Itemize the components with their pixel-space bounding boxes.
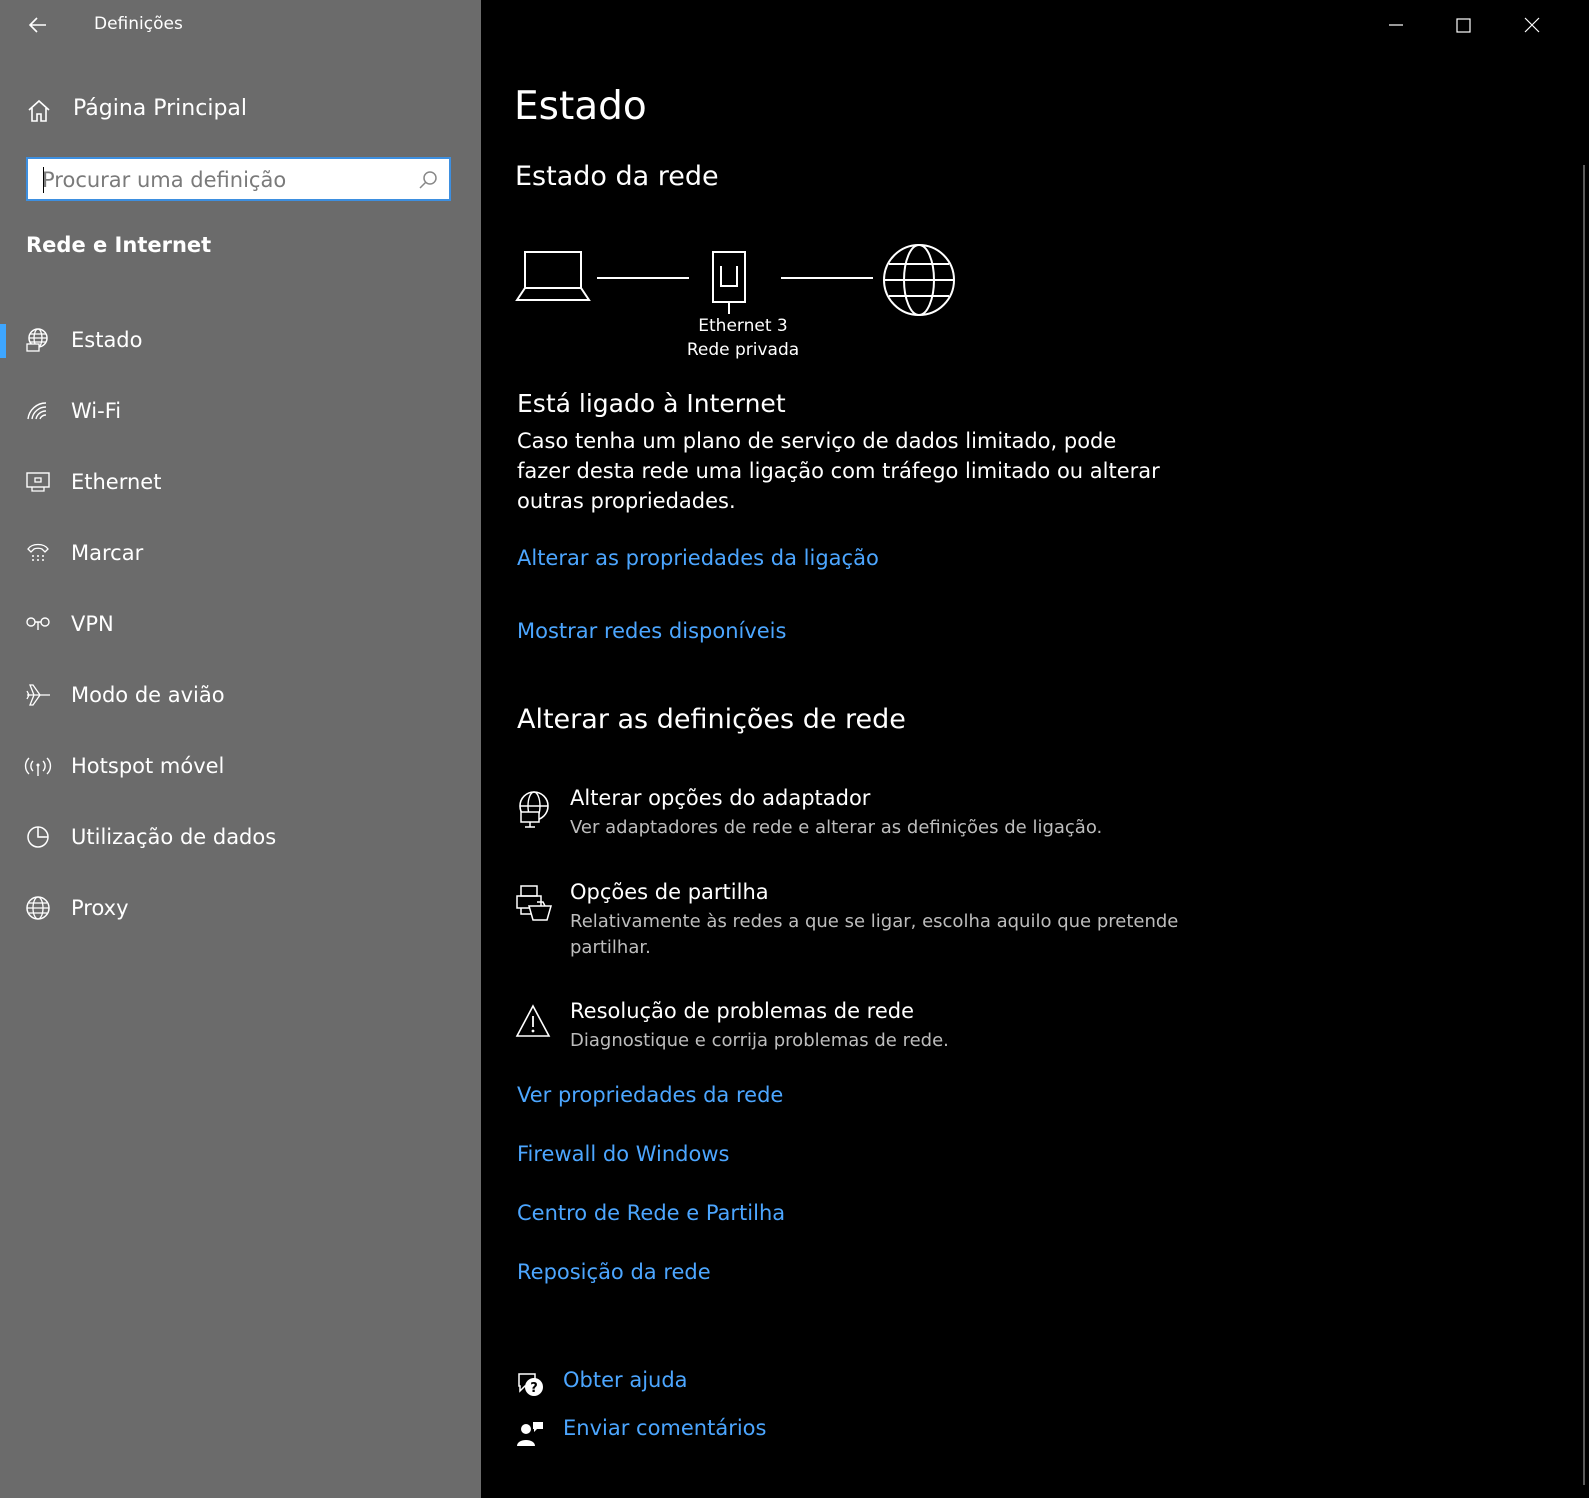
sidebar-item-label: Modo de avião <box>71 683 225 707</box>
sidebar-item-label: Utilização de dados <box>71 825 277 849</box>
network-type: Rede privada <box>686 340 800 360</box>
page-title: Estado <box>514 84 647 129</box>
sidebar-item-data-usage[interactable]: Utilização de dados <box>0 805 481 869</box>
network-diagram: Ethernet 3 Rede privada <box>515 240 975 370</box>
windows-firewall-link[interactable]: Firewall do Windows <box>517 1142 729 1166</box>
section-title: Rede e Internet <box>26 233 212 257</box>
wifi-icon <box>27 402 47 420</box>
send-feedback-link[interactable]: Enviar comentários <box>563 1416 766 1440</box>
airplane-icon <box>26 684 50 706</box>
option-description: Ver adaptadores de rede e alterar as def… <box>570 817 1103 838</box>
sidebar-item-hotspot[interactable]: Hotspot móvel <box>0 734 481 798</box>
sidebar-item-label: Hotspot móvel <box>71 754 225 778</box>
option-description: Relativamente às redes a que se ligar, e… <box>570 911 1179 932</box>
connected-description-line: Caso tenha um plano de serviço de dados … <box>517 429 1117 453</box>
connected-description-line: fazer desta rede uma ligação com tráfego… <box>517 459 1160 483</box>
sidebar: Definições Página Principal Rede e Inter… <box>0 0 481 1498</box>
vpn-icon <box>26 617 50 630</box>
connected-heading: Está ligado à Internet <box>517 389 786 418</box>
sharing-options-item[interactable]: Opções de partilha Relativamente às rede… <box>515 880 1215 970</box>
sidebar-item-label: Proxy <box>71 896 129 920</box>
network-status-heading: Estado da rede <box>515 161 719 192</box>
adapter-name: Ethernet 3 <box>698 316 788 336</box>
home-label: Página Principal <box>73 96 248 121</box>
sidebar-item-vpn[interactable]: VPN <box>0 592 481 656</box>
hotspot-icon <box>24 757 52 776</box>
show-available-networks-link[interactable]: Mostrar redes disponíveis <box>517 619 786 643</box>
sidebar-item-ethernet[interactable]: Ethernet <box>0 450 481 514</box>
proxy-globe-icon <box>26 896 50 920</box>
close-icon <box>1524 17 1540 33</box>
minimize-button[interactable] <box>1362 0 1430 50</box>
feedback-icon <box>517 1422 543 1446</box>
adapter-icon <box>519 791 549 828</box>
dialup-icon <box>27 543 49 561</box>
connection-line <box>597 277 689 279</box>
sidebar-item-airplane[interactable]: Modo de avião <box>0 663 481 727</box>
maximize-icon <box>1456 18 1471 33</box>
sidebar-item-marcar[interactable]: Marcar <box>0 521 481 585</box>
troubleshoot-item[interactable]: Resolução de problemas de rede Diagnosti… <box>515 999 1215 1069</box>
feedback-item[interactable]: Enviar comentários <box>515 1416 815 1452</box>
scrollbar[interactable] <box>1583 165 1585 1485</box>
option-title: Resolução de problemas de rede <box>570 999 915 1023</box>
option-description: Diagnostique e corrija problemas de rede… <box>570 1030 949 1051</box>
globe-status-icon <box>26 328 48 352</box>
search-input[interactable] <box>42 166 402 194</box>
search-box[interactable] <box>26 157 451 201</box>
sharing-icon <box>516 885 552 921</box>
get-help-item[interactable]: ? Obter ajuda <box>515 1368 815 1404</box>
sidebar-item-label: Wi-Fi <box>71 399 122 423</box>
network-reset-link[interactable]: Reposição da rede <box>517 1260 711 1284</box>
change-connection-properties-link[interactable]: Alterar as propriedades da ligação <box>517 546 879 570</box>
option-description: partilhar. <box>570 937 651 958</box>
sidebar-item-label: Marcar <box>71 541 144 565</box>
back-button[interactable] <box>20 10 56 40</box>
maximize-button[interactable] <box>1430 0 1498 50</box>
back-arrow-icon <box>28 17 46 33</box>
home-icon <box>28 99 50 122</box>
search-icon <box>419 171 437 189</box>
home-button[interactable]: Página Principal <box>0 88 481 136</box>
window-title: Definições <box>94 14 183 34</box>
warning-icon <box>515 1004 551 1037</box>
get-help-link[interactable]: Obter ajuda <box>563 1368 688 1392</box>
option-title: Alterar opções do adaptador <box>570 786 871 810</box>
data-usage-icon <box>27 826 49 848</box>
minimize-icon <box>1389 24 1403 26</box>
ethernet-port-icon <box>712 251 746 314</box>
laptop-icon <box>515 251 591 301</box>
sidebar-item-label: VPN <box>71 612 114 636</box>
help-chat-icon: ? <box>518 1373 543 1396</box>
sidebar-item-proxy[interactable]: Proxy <box>0 876 481 940</box>
sidebar-item-label: Estado <box>71 328 143 352</box>
sidebar-item-estado[interactable]: Estado <box>0 308 481 372</box>
adapter-options-item[interactable]: Alterar opções do adaptador Ver adaptado… <box>515 786 1215 856</box>
change-settings-heading: Alterar as definições de rede <box>517 704 906 735</box>
option-title: Opções de partilha <box>570 880 769 904</box>
svg-text:?: ? <box>530 1381 538 1396</box>
close-button[interactable] <box>1498 0 1566 50</box>
sidebar-item-wifi[interactable]: Wi-Fi <box>0 379 481 443</box>
sidebar-item-label: Ethernet <box>71 470 162 494</box>
text-caret <box>43 167 44 193</box>
main-content: Estado Estado da rede Ethernet 3 Rede pr… <box>481 0 1589 1498</box>
connected-description-line: outras propriedades. <box>517 489 736 513</box>
ethernet-icon <box>26 472 50 492</box>
connection-line <box>781 277 873 279</box>
network-sharing-center-link[interactable]: Centro de Rede e Partilha <box>517 1201 785 1225</box>
internet-globe-icon <box>883 244 955 316</box>
view-network-properties-link[interactable]: Ver propriedades da rede <box>517 1083 783 1107</box>
